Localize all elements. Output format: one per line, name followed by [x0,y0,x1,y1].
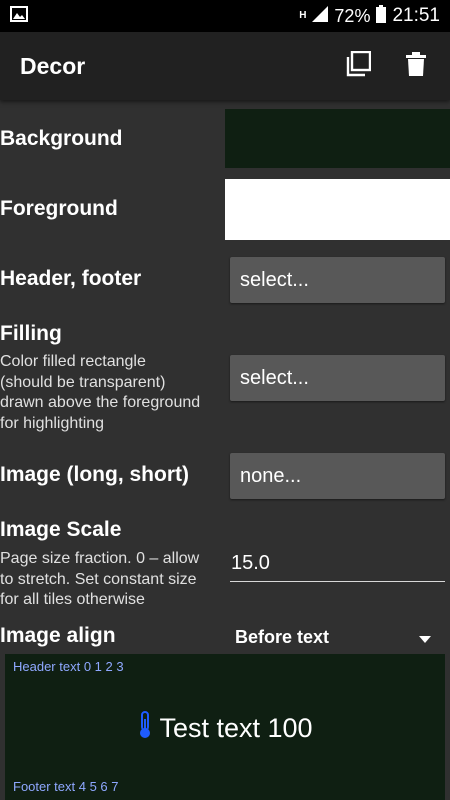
signal-icon [312,5,329,27]
thermometer-icon [137,710,153,746]
image-scale-label: Image Scale [0,518,122,541]
image-align-value: Before text [235,626,330,647]
delete-button[interactable] [402,51,430,82]
image-label: Image (long, short) [0,463,189,486]
clock: 21:51 [392,5,440,26]
dropdown-arrow-icon [419,627,431,648]
copy-button[interactable] [344,50,372,82]
background-color-swatch[interactable] [225,109,450,168]
image-notification-icon [10,5,28,27]
preview-footer-text: Footer text 4 5 6 7 [13,779,119,794]
image-align-label: Image align [0,624,116,647]
preview-header-text: Header text 0 1 2 3 [13,659,124,674]
preview-main: Test text 100 [5,710,445,746]
background-label: Background [0,127,123,150]
image-select-button[interactable]: none... [230,453,445,499]
battery-percent: 72% [334,5,371,26]
battery-icon [376,4,387,28]
image-scale-input[interactable]: 15.0 [230,546,445,582]
filling-select-button[interactable]: select... [230,355,445,401]
filling-label: Filling [0,322,62,345]
header-footer-label: Header, footer [0,267,142,290]
preview-main-text: Test text 100 [159,712,313,743]
copy-icon [345,50,372,82]
header-footer-select-button[interactable]: select... [230,257,445,303]
status-bar: H 72% 21:51 [0,0,450,32]
foreground-color-swatch[interactable] [225,179,450,240]
page-title: Decor [20,52,86,79]
decor-preview: Header text 0 1 2 3 Test text 100 Footer… [5,654,445,800]
network-type-icon: H [299,10,307,21]
filling-description: Color filled rectangle (should be transp… [0,353,201,432]
trash-icon [405,51,427,82]
image-align-dropdown[interactable]: Before text [235,622,445,652]
app-bar: Decor [0,32,450,100]
image-scale-description: Page size fraction. 0 – allow to stretch… [0,550,200,608]
foreground-label: Foreground [0,197,118,220]
